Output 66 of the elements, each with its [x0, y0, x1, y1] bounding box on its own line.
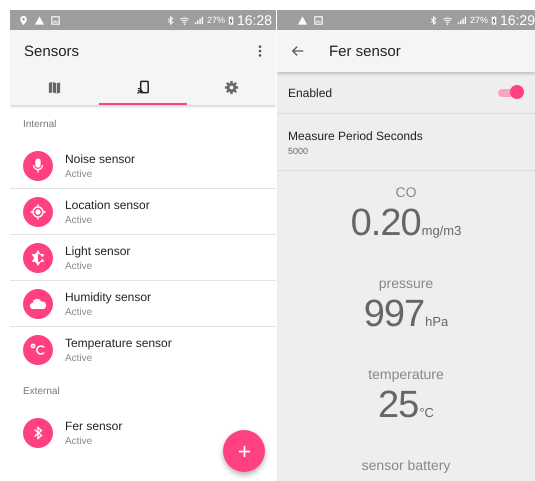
image-icon: [313, 14, 324, 26]
sensor-name: Light sensor: [65, 244, 130, 258]
wifi-icon: [442, 14, 453, 26]
sensor-name: Temperature sensor: [65, 336, 172, 350]
reading-label: pressure: [378, 275, 434, 291]
reading-unit: mg/m3: [422, 223, 462, 238]
sensor-list-item[interactable]: Noise sensor Active: [10, 143, 276, 189]
sensor-status: Active: [65, 352, 94, 364]
toggle-switch[interactable]: [498, 84, 524, 102]
sensor-list-item[interactable]: Location sensor Active: [10, 189, 276, 235]
temperature-sensor-icon: [23, 334, 53, 364]
map-icon: [46, 80, 62, 95]
signal-icon: [456, 14, 467, 26]
app-title: Fer sensor: [329, 42, 401, 60]
reading-unit: °C: [419, 405, 434, 420]
app-title: Sensors: [24, 42, 80, 60]
cast-icon: [136, 80, 150, 95]
add-button[interactable]: [223, 430, 265, 472]
sensor-name: Fer sensor: [65, 418, 122, 432]
sensor-name: Noise sensor: [65, 152, 136, 166]
reading-label: CO: [395, 184, 416, 200]
enabled-setting[interactable]: Enabled: [277, 72, 535, 114]
battery-icon: [490, 14, 497, 26]
reading-value: 0.20: [350, 202, 421, 245]
settings-icon: [224, 80, 240, 95]
more-menu-icon[interactable]: [258, 44, 262, 58]
measure-period-setting[interactable]: Measure Period Seconds 5000: [277, 114, 535, 171]
sensor-list-item[interactable]: Fer sensor Active: [10, 410, 276, 455]
light-sensor-icon: [23, 242, 53, 272]
sensor-list-item[interactable]: Light sensor Active: [10, 235, 276, 281]
signal-icon: [192, 14, 204, 26]
noise-sensor-icon: [23, 150, 53, 180]
sensor-status: Active: [65, 306, 94, 318]
reading-value: 997: [364, 293, 424, 336]
bluetooth-sensor-icon: [23, 418, 53, 448]
sensor-status: Active: [65, 168, 94, 180]
reading-label: temperature: [368, 366, 444, 382]
battery-percent: 27%: [206, 15, 225, 25]
reading-label: sensor battery: [362, 457, 450, 473]
setting-label: Enabled: [288, 86, 332, 100]
reading-unit: hPa: [425, 314, 448, 329]
sensor-list-item[interactable]: Humidity sensor Active: [10, 281, 276, 327]
location-pin-icon: [18, 14, 29, 26]
battery-icon: [228, 14, 234, 26]
image-icon: [50, 14, 61, 26]
reading-value: 25: [378, 384, 418, 427]
add-icon: [238, 444, 250, 458]
humidity-sensor-icon: [23, 288, 53, 318]
back-arrow-icon[interactable]: [291, 44, 305, 58]
sensor-name: Location sensor: [65, 198, 150, 212]
sensor-status: Active: [65, 260, 94, 272]
sensor-status: Active: [65, 214, 94, 226]
section-header: External: [22, 384, 61, 398]
status-time: 16:28: [236, 12, 272, 28]
sensor-list-item[interactable]: Temperature sensor Active: [10, 327, 276, 372]
status-time: 16:29: [500, 12, 535, 28]
sensor-name: Humidity sensor: [65, 290, 152, 304]
battery-percent: 27%: [470, 15, 488, 25]
wifi-icon: [178, 14, 190, 26]
warning-icon: [34, 14, 45, 26]
setting-value: 5000: [288, 146, 310, 156]
setting-label: Measure Period Seconds: [288, 128, 424, 142]
location-sensor-icon: [23, 196, 53, 226]
section-header: Internal: [22, 118, 58, 132]
sensor-status: Active: [65, 436, 94, 446]
warning-icon: [297, 14, 308, 26]
